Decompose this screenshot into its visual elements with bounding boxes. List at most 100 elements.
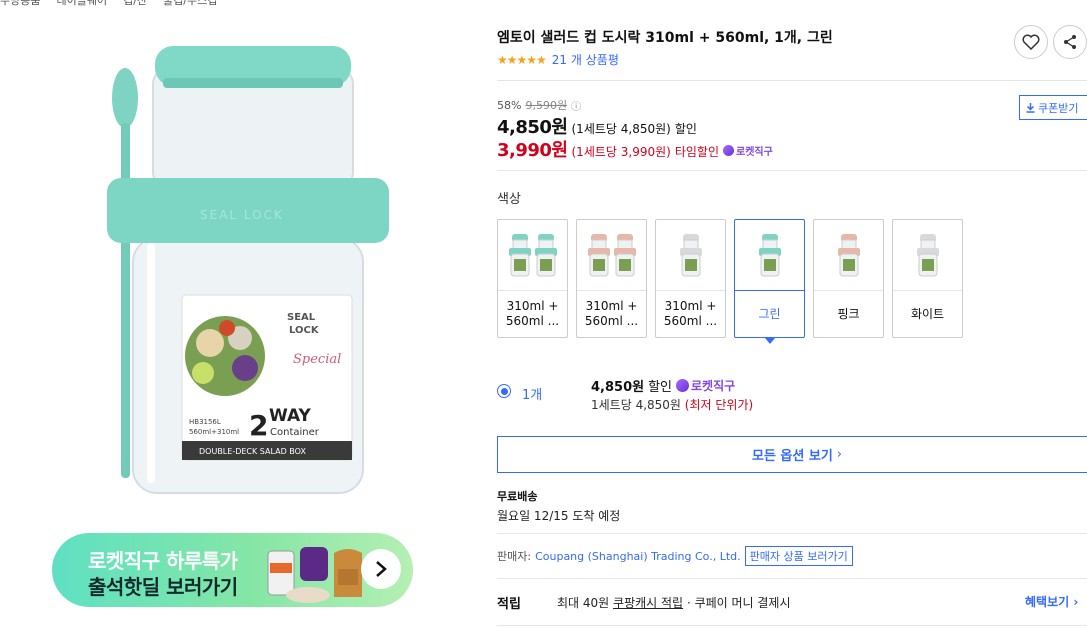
product-title: 엠토이 샐러드 컵 도시락 310ml + 560ml, 1개, 그린 [497, 30, 833, 46]
divider [497, 578, 1087, 579]
rocket-badge: 로켓직구 [676, 377, 735, 394]
quantity-unit-price: 1세트당 4,850원 [591, 398, 681, 412]
option-thumbnail [735, 220, 804, 291]
color-option-2[interactable]: 310ml + 560ml ... [655, 219, 726, 338]
share-icon [1064, 35, 1076, 49]
reward-description: 최대 40원 쿠팡캐시 적립 · 쿠페이 머니 결제시 [557, 594, 791, 611]
breadcrumb: 주방용품 › 테이블웨어 › 컵/잔 › 물컵/주스컵 [0, 0, 217, 8]
rocket-badge: 로켓직구 [723, 143, 773, 158]
chevron-right-icon: › [153, 0, 157, 8]
product-image[interactable]: SEAL LOCK SEAL LOCK Special HB3156L 560m… [85, 38, 415, 508]
image-way-text: WAY [269, 406, 312, 426]
option-label: 핑크 [837, 306, 860, 321]
breadcrumb-item[interactable]: 컵/잔 [123, 0, 147, 8]
seller-name-link[interactable]: Coupang (Shanghai) Trading Co., Ltd. [535, 550, 741, 563]
discount-row: 58% 9,590원 ⓘ [497, 97, 581, 113]
image-way-number: 2 [249, 409, 268, 442]
rocket-label: 로켓직구 [691, 379, 736, 393]
image-badge-text-2: LOCK [289, 325, 320, 336]
color-option-3[interactable]: 그린 [734, 219, 805, 344]
color-option-5[interactable]: 화이트 [892, 219, 963, 338]
coupang-cash-link[interactable]: 쿠팡캐시 적립 [613, 596, 683, 610]
quantity-price: 4,850원 [591, 380, 645, 395]
option-label: 310ml + 560ml ... [584, 299, 639, 328]
chevron-right-icon [376, 561, 387, 577]
option-label: 310ml + 560ml ... [505, 299, 560, 328]
shipping-title: 무료배송 [497, 490, 538, 503]
option-thumbnail [498, 220, 567, 291]
option-jar-image [613, 234, 636, 277]
seller-prefix: 판매자: [497, 550, 532, 563]
chevron-right-icon: › [113, 0, 117, 8]
divider [497, 80, 1087, 81]
reward-amount: 최대 40원 [557, 596, 610, 610]
option-thumbnail [893, 220, 962, 291]
share-button[interactable] [1053, 25, 1087, 59]
banner-arrow-button[interactable] [361, 549, 401, 589]
divider [497, 170, 1087, 171]
rocket-label: 로켓직구 [736, 147, 773, 158]
heart-icon [1022, 34, 1040, 50]
coupon-button-label: 쿠폰받기 [1038, 101, 1079, 115]
image-badge-text: SEAL [287, 312, 316, 323]
product-photo: SEAL LOCK SEAL LOCK Special HB3156L 560m… [107, 46, 389, 494]
all-options-label: 모든 옵션 보기 [751, 449, 833, 464]
benefit-link[interactable]: 혜택보기 › [1025, 593, 1078, 610]
star-rating-icon: ★★★★★ [497, 52, 547, 67]
option-thumbnail [577, 220, 646, 291]
quantity-label: 1개 [522, 388, 543, 403]
info-icon[interactable]: ⓘ [571, 98, 581, 113]
option-jar-image [508, 234, 531, 277]
original-price: 9,590원 [525, 99, 568, 112]
discount-rate: 58% [497, 98, 522, 112]
coupon-button[interactable]: 쿠폰받기 [1019, 95, 1087, 120]
option-jar-image [534, 234, 557, 277]
time-unit-price: (1세트당 3,990원) [571, 145, 671, 159]
seller-row: 판매자: Coupang (Shanghai) Trading Co., Ltd… [497, 546, 853, 566]
reward-title: 적립 [497, 597, 521, 612]
chevron-right-icon: › [836, 447, 842, 462]
rocket-icon [723, 145, 734, 156]
color-option-4[interactable]: 핑크 [813, 219, 884, 338]
color-option-1[interactable]: 310ml + 560ml ... [576, 219, 647, 338]
image-model-text: HB3156L [189, 418, 221, 426]
option-label: 그린 [758, 306, 781, 321]
time-sale-suffix: 타임할인 [674, 145, 719, 159]
review-count-link[interactable]: 21 개 상품평 [552, 51, 619, 68]
lowest-unit-tag: (최저 단위가) [684, 398, 754, 412]
option-jar-image [587, 234, 610, 277]
image-capacity-text: 560ml+310ml [189, 428, 239, 436]
breadcrumb-item[interactable]: 물컵/주스컵 [163, 0, 217, 8]
wishlist-button[interactable] [1014, 25, 1048, 59]
seller-products-button[interactable]: 판매자 상품 보러가기 [744, 546, 853, 566]
image-brand-text: SEAL LOCK [200, 208, 284, 222]
image-container-text: Container [270, 427, 320, 438]
rating-row[interactable]: ★★★★★ 21 개 상품평 [497, 51, 619, 68]
breadcrumb-item[interactable]: 테이블웨어 [56, 0, 107, 8]
option-jar-image [679, 234, 702, 277]
time-sale-row: 3,990원 (1세트당 3,990원) 타임할인 로켓직구 [497, 136, 773, 162]
chevron-right-icon: › [1073, 595, 1079, 609]
breadcrumb-item[interactable]: 주방용품 [0, 0, 40, 8]
promo-banner[interactable]: 로켓직구 하루특가 출석핫딜 보러가기 [52, 533, 413, 607]
color-option-0[interactable]: 310ml + 560ml ... [497, 219, 568, 338]
radio-selected-dot [500, 387, 508, 395]
option-jar-image [837, 234, 860, 277]
quantity-price-suffix: 할인 [648, 380, 673, 395]
selected-caret-icon [765, 338, 775, 344]
option-thumbnail [656, 220, 725, 291]
quantity-price-line: 4,850원 할인 로켓직구 [591, 376, 735, 395]
option-thumbnail [814, 220, 883, 291]
chevron-right-icon: › [46, 0, 50, 8]
image-band-text: DOUBLE-DECK SALAD BOX [199, 447, 306, 456]
divider [497, 533, 1087, 534]
quantity-radio[interactable] [497, 384, 511, 398]
image-script-text: Special [293, 352, 341, 367]
divider [497, 625, 1087, 626]
sale-unit-price: (1세트당 4,850원) [571, 122, 671, 136]
color-options: 310ml + 560ml ... 310ml + 560ml ... 310ml … [497, 219, 963, 344]
quantity-unit-price-line: 1세트당 4,850원 (최저 단위가) [591, 396, 753, 413]
banner-products-illustration [267, 547, 362, 603]
option-jar-image [758, 234, 781, 277]
all-options-button[interactable]: 모든 옵션 보기 › [497, 436, 1087, 473]
